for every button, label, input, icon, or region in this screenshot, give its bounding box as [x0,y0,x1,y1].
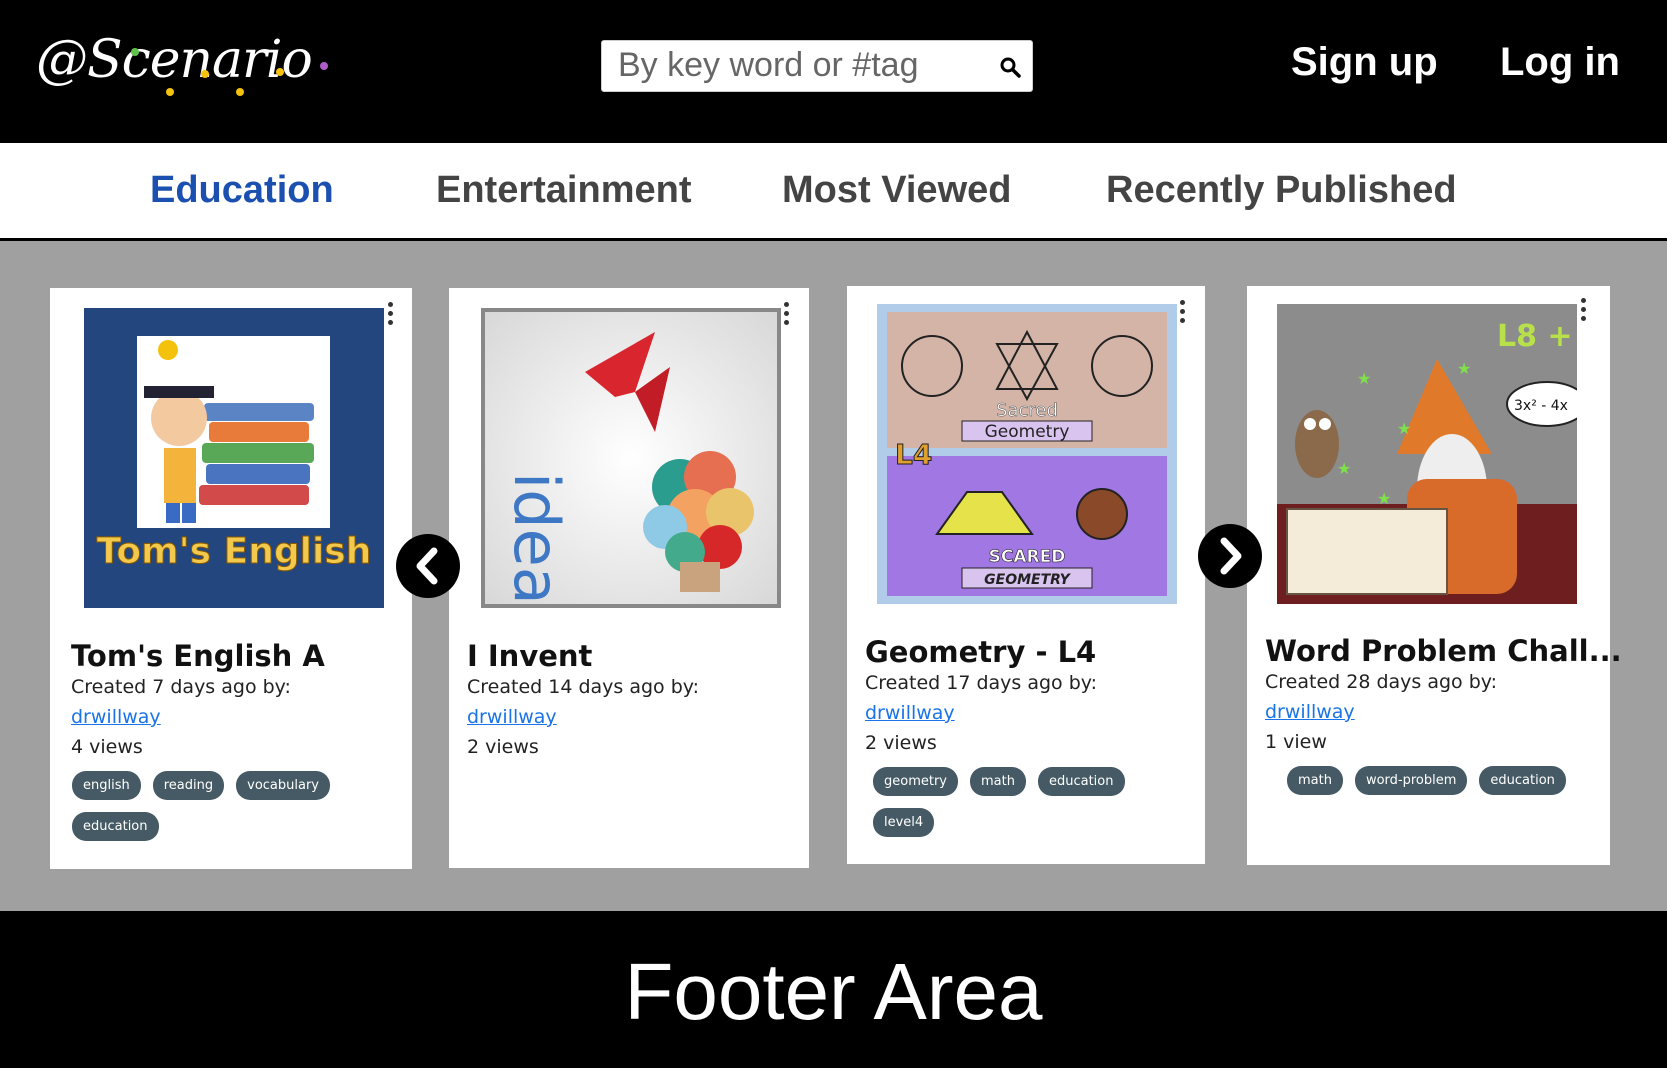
scenario-card[interactable]: Tom's English Tom's English A Created 7 … [50,288,412,869]
tag-chip[interactable]: vocabulary [236,771,330,800]
tag-chip[interactable]: education [1479,766,1566,795]
card-created: Created 17 days ago by: [865,672,1098,694]
thumbnail-caption-top2: Geometry [985,422,1070,442]
svg-text:★: ★ [1457,361,1471,378]
card-menu-icon[interactable] [1180,300,1186,330]
card-views: 4 views [71,736,143,758]
login-link[interactable]: Log in [1500,40,1620,85]
carousel-next-button[interactable] [1198,524,1262,588]
svg-text:★: ★ [1337,461,1351,478]
search-box[interactable] [601,40,1033,92]
card-title[interactable]: I Invent [467,639,592,673]
tag-chip[interactable]: education [72,812,159,841]
carousel-prev-button[interactable] [396,534,460,598]
scenario-card[interactable]: Sacred Geometry L4 SCARED GEOMETRY Geome… [847,286,1205,864]
thumbnail-badge: L8 + [1497,319,1573,354]
card-title[interactable]: Tom's English A [71,639,325,673]
card-thumbnail[interactable]: Sacred Geometry L4 SCARED GEOMETRY [877,304,1177,604]
tag-chip[interactable]: geometry [873,767,959,796]
thumbnail-badge: L4 [895,438,932,471]
search-input[interactable] [602,41,978,89]
tag-chip[interactable]: word-problem [1354,766,1468,795]
card-created: Created 14 days ago by: [467,676,700,698]
scenario-card[interactable]: L8 + 3x² - 4x ★ ★ ★ ★ ★ Word Problem Cha… [1247,286,1622,865]
thumbnail-bubble: 3x² - 4x [1514,398,1568,414]
tab-recently-published[interactable]: Recently Published [1106,169,1457,212]
scenario-logo[interactable]: @Scenario [36,30,336,102]
logo-text: @Scenario [36,30,313,90]
chevron-right-icon [1220,537,1242,575]
svg-text:★: ★ [1357,371,1371,388]
thumbnail-image: ideas [485,312,777,604]
tag-chip[interactable]: math [1287,766,1343,795]
card-menu-icon[interactable] [784,302,790,332]
tab-education[interactable]: Education [150,169,334,212]
card-author-link[interactable]: drwillway [71,706,161,728]
thumbnail-caption-bottom2: GEOMETRY [984,572,1071,588]
thumbnail-image: Tom's English [96,336,372,573]
chevron-left-icon [416,547,438,585]
thumbnail-caption: Tom's English [97,531,372,572]
card-tags: english reading vocabulary education [72,771,402,841]
thumbnail-caption-top: Sacred [996,400,1058,421]
tab-most-viewed[interactable]: Most Viewed [782,169,1011,212]
footer-text: Footer Area [624,947,1043,1036]
card-created: Created 28 days ago by: [1265,671,1498,693]
card-thumbnail[interactable]: ideas [481,308,781,608]
thumbnail-caption-bottom: SCARED [989,547,1066,567]
scenario-card[interactable]: ideas I Invent Created 14 days ago by: d… [449,288,809,868]
card-views: 2 views [865,732,937,754]
card-tags: geometry math education level4 [873,767,1193,837]
card-thumbnail[interactable]: L8 + 3x² - 4x ★ ★ ★ ★ ★ [1277,304,1577,604]
tag-chip[interactable]: reading [152,771,225,800]
card-views: 1 view [1265,731,1327,753]
thumbnail-caption: ideas [500,472,573,604]
card-tags: math word-problem education [1287,766,1597,795]
thumbnail-image: L8 + 3x² - 4x ★ ★ ★ ★ ★ [1277,304,1577,604]
search-icon[interactable] [998,55,1022,79]
tag-chip[interactable]: education [1037,767,1125,796]
card-author-link[interactable]: drwillway [865,702,955,724]
card-created: Created 7 days ago by: [71,676,291,698]
card-author-link[interactable]: drwillway [467,706,557,728]
tag-chip[interactable]: level4 [873,808,935,837]
card-views: 2 views [467,736,539,758]
signup-link[interactable]: Sign up [1291,40,1438,85]
svg-text:★: ★ [1377,491,1391,508]
card-menu-icon[interactable] [1581,298,1587,328]
footer: Footer Area [0,911,1667,1068]
card-thumbnail[interactable]: Tom's English [84,308,384,608]
card-author-link[interactable]: drwillway [1265,701,1355,723]
tab-entertainment[interactable]: Entertainment [436,169,691,212]
svg-text:★: ★ [1397,421,1411,438]
card-menu-icon[interactable] [388,302,394,332]
tag-chip[interactable]: english [72,771,141,800]
thumbnail-image: Sacred Geometry L4 SCARED GEOMETRY [887,312,1167,596]
top-header: @Scenario Sign up Log in [0,0,1667,143]
category-tabs: Education Entertainment Most Viewed Rece… [0,143,1667,241]
card-title[interactable]: Geometry - L4 [865,635,1096,669]
tag-chip[interactable]: math [970,767,1026,796]
card-title[interactable]: Word Problem Chall... [1265,634,1622,668]
